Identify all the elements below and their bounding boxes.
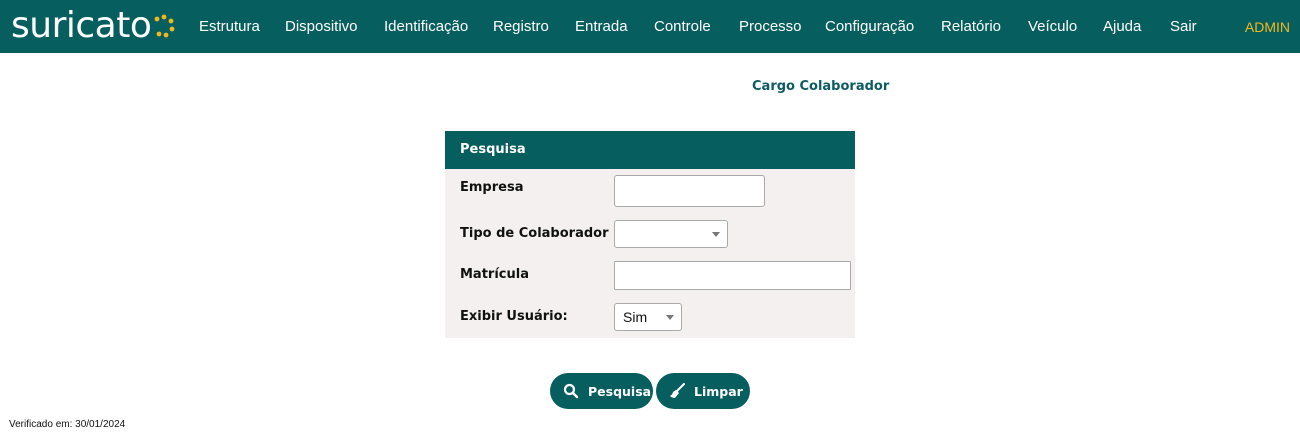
exibir-usuario-value: Sim [623,309,648,325]
verified-date: Verificado em: 30/01/2024 [9,419,126,430]
empresa-input[interactable] [614,175,765,207]
top-nav-bar: suricato Estrutura Dispositivo Identific… [0,0,1300,53]
search-button[interactable]: Pesquisa [550,373,653,409]
app-logo[interactable]: suricato [11,4,175,48]
menu-item-relatorio[interactable]: Relatório [941,17,1001,37]
clear-button[interactable]: Limpar [656,373,750,409]
search-panel-header: Pesquisa [445,131,855,169]
menu-item-processo[interactable]: Processo [739,17,802,37]
menu-item-identificacao[interactable]: Identificação [384,17,468,37]
menu-item-sair[interactable]: Sair [1170,17,1197,37]
menu-item-estrutura[interactable]: Estrutura [199,17,260,37]
exibir-usuario-select[interactable]: Sim [614,303,682,331]
tipo-colaborador-select[interactable] [614,220,728,248]
menu-item-ajuda[interactable]: Ajuda [1103,17,1141,37]
search-button-label: Pesquisa [588,383,652,399]
exibir-usuario-label: Exibir Usuário: [460,309,568,324]
current-user[interactable]: ADMIN [1245,17,1290,37]
chevron-down-icon [712,232,720,237]
broom-icon [669,383,685,399]
tipo-colaborador-label: Tipo de Colaborador [460,226,609,241]
menu-item-controle[interactable]: Controle [654,17,711,37]
menu-item-veiculo[interactable]: Veículo [1028,17,1077,37]
empresa-label: Empresa [460,180,524,195]
menu-item-entrada[interactable]: Entrada [575,17,628,37]
chevron-down-icon [666,315,674,320]
clear-button-label: Limpar [694,383,743,399]
menu-item-configuracao[interactable]: Configuração [825,17,914,37]
search-icon [563,383,579,399]
menu-item-dispositivo[interactable]: Dispositivo [285,17,358,37]
matricula-input[interactable] [614,261,851,290]
search-panel: Pesquisa Empresa Tipo de Colaborador Mat… [445,131,855,338]
page-title: Cargo Colaborador [752,79,890,94]
logo-text: suricato [11,5,152,46]
matricula-label: Matrícula [460,267,529,282]
logo-dots-icon [154,14,175,38]
menu-item-registro[interactable]: Registro [493,17,549,37]
